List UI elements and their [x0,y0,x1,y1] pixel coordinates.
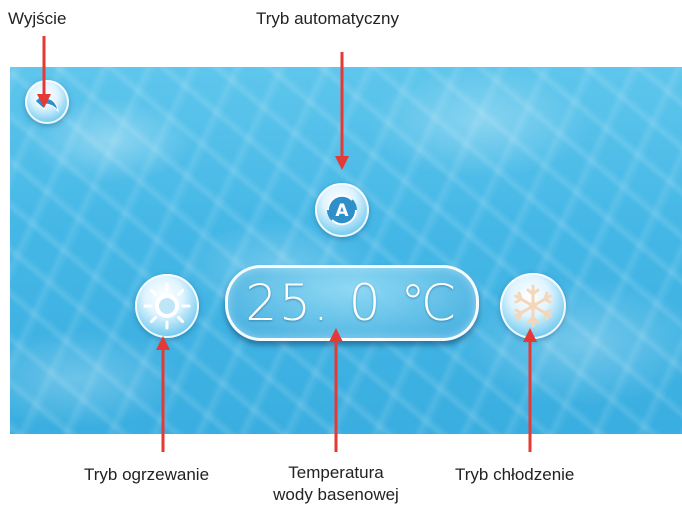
arrow-auto-mode [335,52,349,170]
arrow-exit [37,36,51,108]
arrow-cooling-mode [523,328,537,452]
annotation-arrows [37,36,537,452]
arrow-water-temperature [329,328,343,452]
arrow-heating-mode [156,336,170,452]
